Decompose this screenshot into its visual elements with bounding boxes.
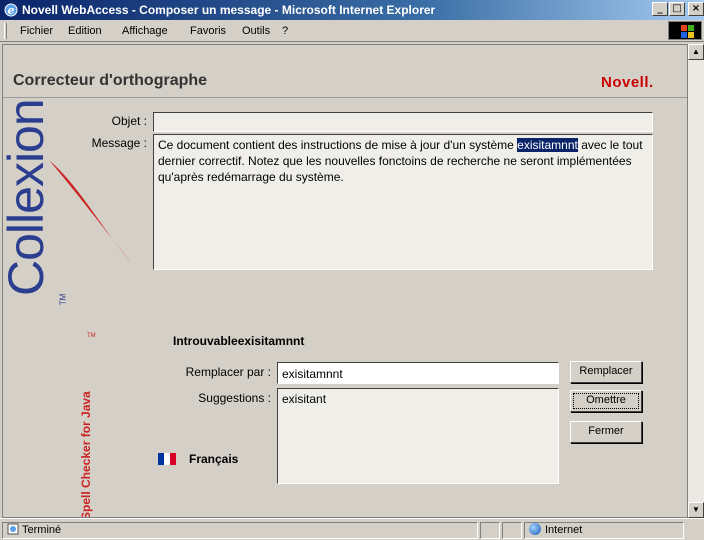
- collexion-wordmark: Collexion: [2, 99, 54, 296]
- vertical-scrollbar[interactable]: ▲ ▼: [688, 44, 704, 518]
- subject-label: Objet :: [111, 114, 147, 128]
- logo-swoosh: [49, 160, 131, 262]
- message-label: Message :: [91, 136, 147, 150]
- ignore-button[interactable]: Omettre: [570, 390, 642, 412]
- message-text: Ce document contient des instructions de…: [158, 137, 644, 185]
- message-field[interactable]: Ce document contient des instructions de…: [153, 134, 653, 270]
- minimize-button[interactable]: _: [652, 2, 668, 16]
- tagline-tm: TM: [87, 333, 96, 339]
- menu-affichage[interactable]: Affichage: [122, 24, 168, 38]
- menu-help[interactable]: ?: [282, 24, 288, 38]
- status-bar: Terminé Internet: [0, 518, 704, 540]
- suggestions-label: Suggestions :: [198, 391, 271, 405]
- replace-field[interactable]: exisitamnnt: [277, 362, 559, 384]
- misspelled-highlight: exisitamnnt: [517, 138, 578, 152]
- title-bar: e Novell WebAccess - Composer un message…: [0, 0, 704, 20]
- french-flag-icon: [158, 453, 176, 465]
- menu-edition[interactable]: Edition: [68, 24, 102, 38]
- page-content: Correcteur d'orthographe Novell. Objet :…: [2, 44, 688, 518]
- zone-label: Internet: [545, 524, 583, 536]
- spellcheck-banner: Correcteur d'orthographe Novell.: [3, 67, 687, 97]
- not-found-word: exisitamnnt: [237, 334, 305, 348]
- menu-favoris[interactable]: Favoris: [190, 24, 226, 38]
- novell-logo: Novell.: [601, 74, 654, 91]
- ie-icon: e: [4, 3, 18, 17]
- page-done-icon: [7, 523, 19, 535]
- maximize-button[interactable]: □: [669, 2, 685, 16]
- not-found-message: Introuvableexisitamnnt: [173, 334, 304, 348]
- close-dialog-button[interactable]: Fermer: [570, 421, 642, 443]
- svg-text:e: e: [8, 4, 15, 17]
- security-zone: Internet: [524, 522, 684, 539]
- toolbar-grip[interactable]: [4, 23, 7, 39]
- menu-outils[interactable]: Outils: [242, 24, 270, 38]
- status-text: Terminé: [2, 522, 478, 539]
- status-cell: [480, 522, 500, 539]
- scroll-up-icon[interactable]: ▲: [688, 44, 704, 60]
- status-cell: [502, 522, 522, 539]
- logo-tm: TM: [58, 293, 68, 306]
- close-button[interactable]: ×: [688, 2, 704, 16]
- window-title: Novell WebAccess - Composer un message -…: [22, 3, 436, 17]
- browser-window: e Novell WebAccess - Composer un message…: [0, 0, 704, 540]
- windows-flag-icon: [668, 21, 702, 40]
- replace-label: Remplacer par :: [185, 365, 271, 379]
- scroll-down-icon[interactable]: ▼: [688, 502, 704, 518]
- message-text-before: Ce document contient des instructions de…: [158, 138, 518, 152]
- menu-fichier[interactable]: Fichier: [20, 24, 53, 38]
- not-found-prefix: Introuvable: [173, 334, 238, 348]
- subject-field[interactable]: [153, 112, 653, 132]
- suggestions-list[interactable]: exisitant: [277, 388, 559, 484]
- menu-bar: Fichier Edition Affichage Favoris Outils…: [0, 20, 704, 42]
- logo-tagline: Spell Checker for Java: [79, 391, 93, 518]
- globe-icon: [529, 523, 541, 535]
- collexion-logo: Collexion TM Spell Checker for Java TM: [3, 99, 131, 517]
- language-label[interactable]: Français: [189, 452, 238, 466]
- status-done-label: Terminé: [22, 524, 62, 536]
- replace-button[interactable]: Remplacer: [570, 361, 642, 383]
- spellcheck-body: Objet : Message : Ce document contient d…: [3, 98, 687, 517]
- page-top-strip: [3, 45, 687, 67]
